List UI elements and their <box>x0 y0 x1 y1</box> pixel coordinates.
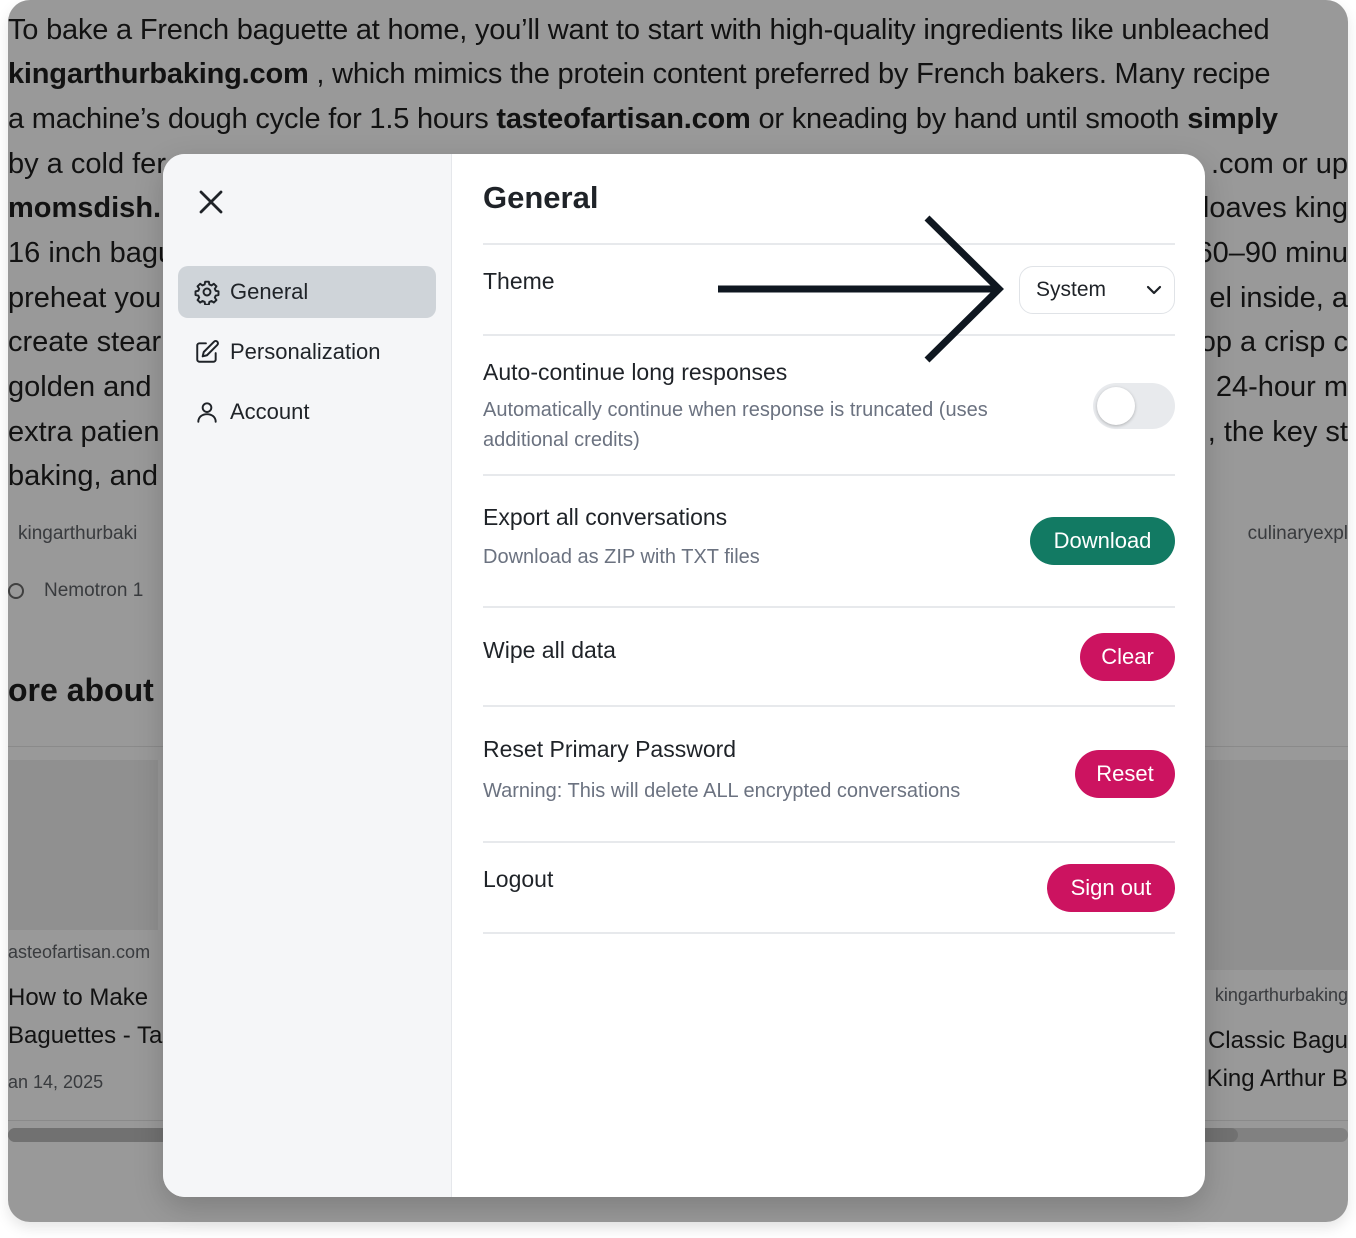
auto-continue-desc: additional credits) <box>483 429 640 451</box>
auto-continue-toggle[interactable] <box>1093 383 1175 429</box>
page-title: General <box>483 180 599 215</box>
divider <box>483 606 1175 608</box>
sidebar-item-label: Account <box>230 399 310 424</box>
theme-label: Theme <box>483 268 555 294</box>
reset-password-desc: Warning: This will delete ALL encrypted … <box>483 780 961 802</box>
export-desc: Download as ZIP with TXT files <box>483 546 760 568</box>
theme-select[interactable]: System <box>1019 266 1175 314</box>
sidebar-item-label: General <box>230 279 309 304</box>
theme-select-value: System <box>1036 278 1107 301</box>
settings-sidebar: General Personalization Account <box>163 154 452 1197</box>
sidebar-item-account[interactable]: Account <box>178 386 436 438</box>
close-button[interactable] <box>193 184 229 220</box>
divider <box>483 841 1175 843</box>
close-icon <box>199 190 223 214</box>
reset-button[interactable]: Reset <box>1075 750 1175 798</box>
settings-modal: General Personalization Account General <box>163 154 1205 1197</box>
divider <box>483 474 1175 476</box>
clear-button[interactable]: Clear <box>1080 633 1175 681</box>
sign-out-button[interactable]: Sign out <box>1047 864 1175 912</box>
divider <box>483 705 1175 707</box>
export-label: Export all conversations <box>483 504 728 530</box>
logout-label: Logout <box>483 866 554 892</box>
toggle-knob <box>1097 387 1135 425</box>
wipe-label: Wipe all data <box>483 637 616 663</box>
divider <box>483 932 1175 934</box>
gear-icon <box>194 279 220 305</box>
reset-password-label: Reset Primary Password <box>483 736 737 762</box>
auto-continue-desc: Automatically continue when response is … <box>483 399 988 421</box>
user-icon <box>194 399 220 425</box>
chevron-down-icon <box>1134 280 1174 300</box>
sidebar-item-personalization[interactable]: Personalization <box>178 326 436 378</box>
sidebar-item-general[interactable]: General <box>178 266 436 318</box>
edit-icon <box>194 339 220 365</box>
download-button[interactable]: Download <box>1030 517 1175 565</box>
arrow-annotation-icon <box>718 215 1004 363</box>
sidebar-item-label: Personalization <box>230 339 381 364</box>
